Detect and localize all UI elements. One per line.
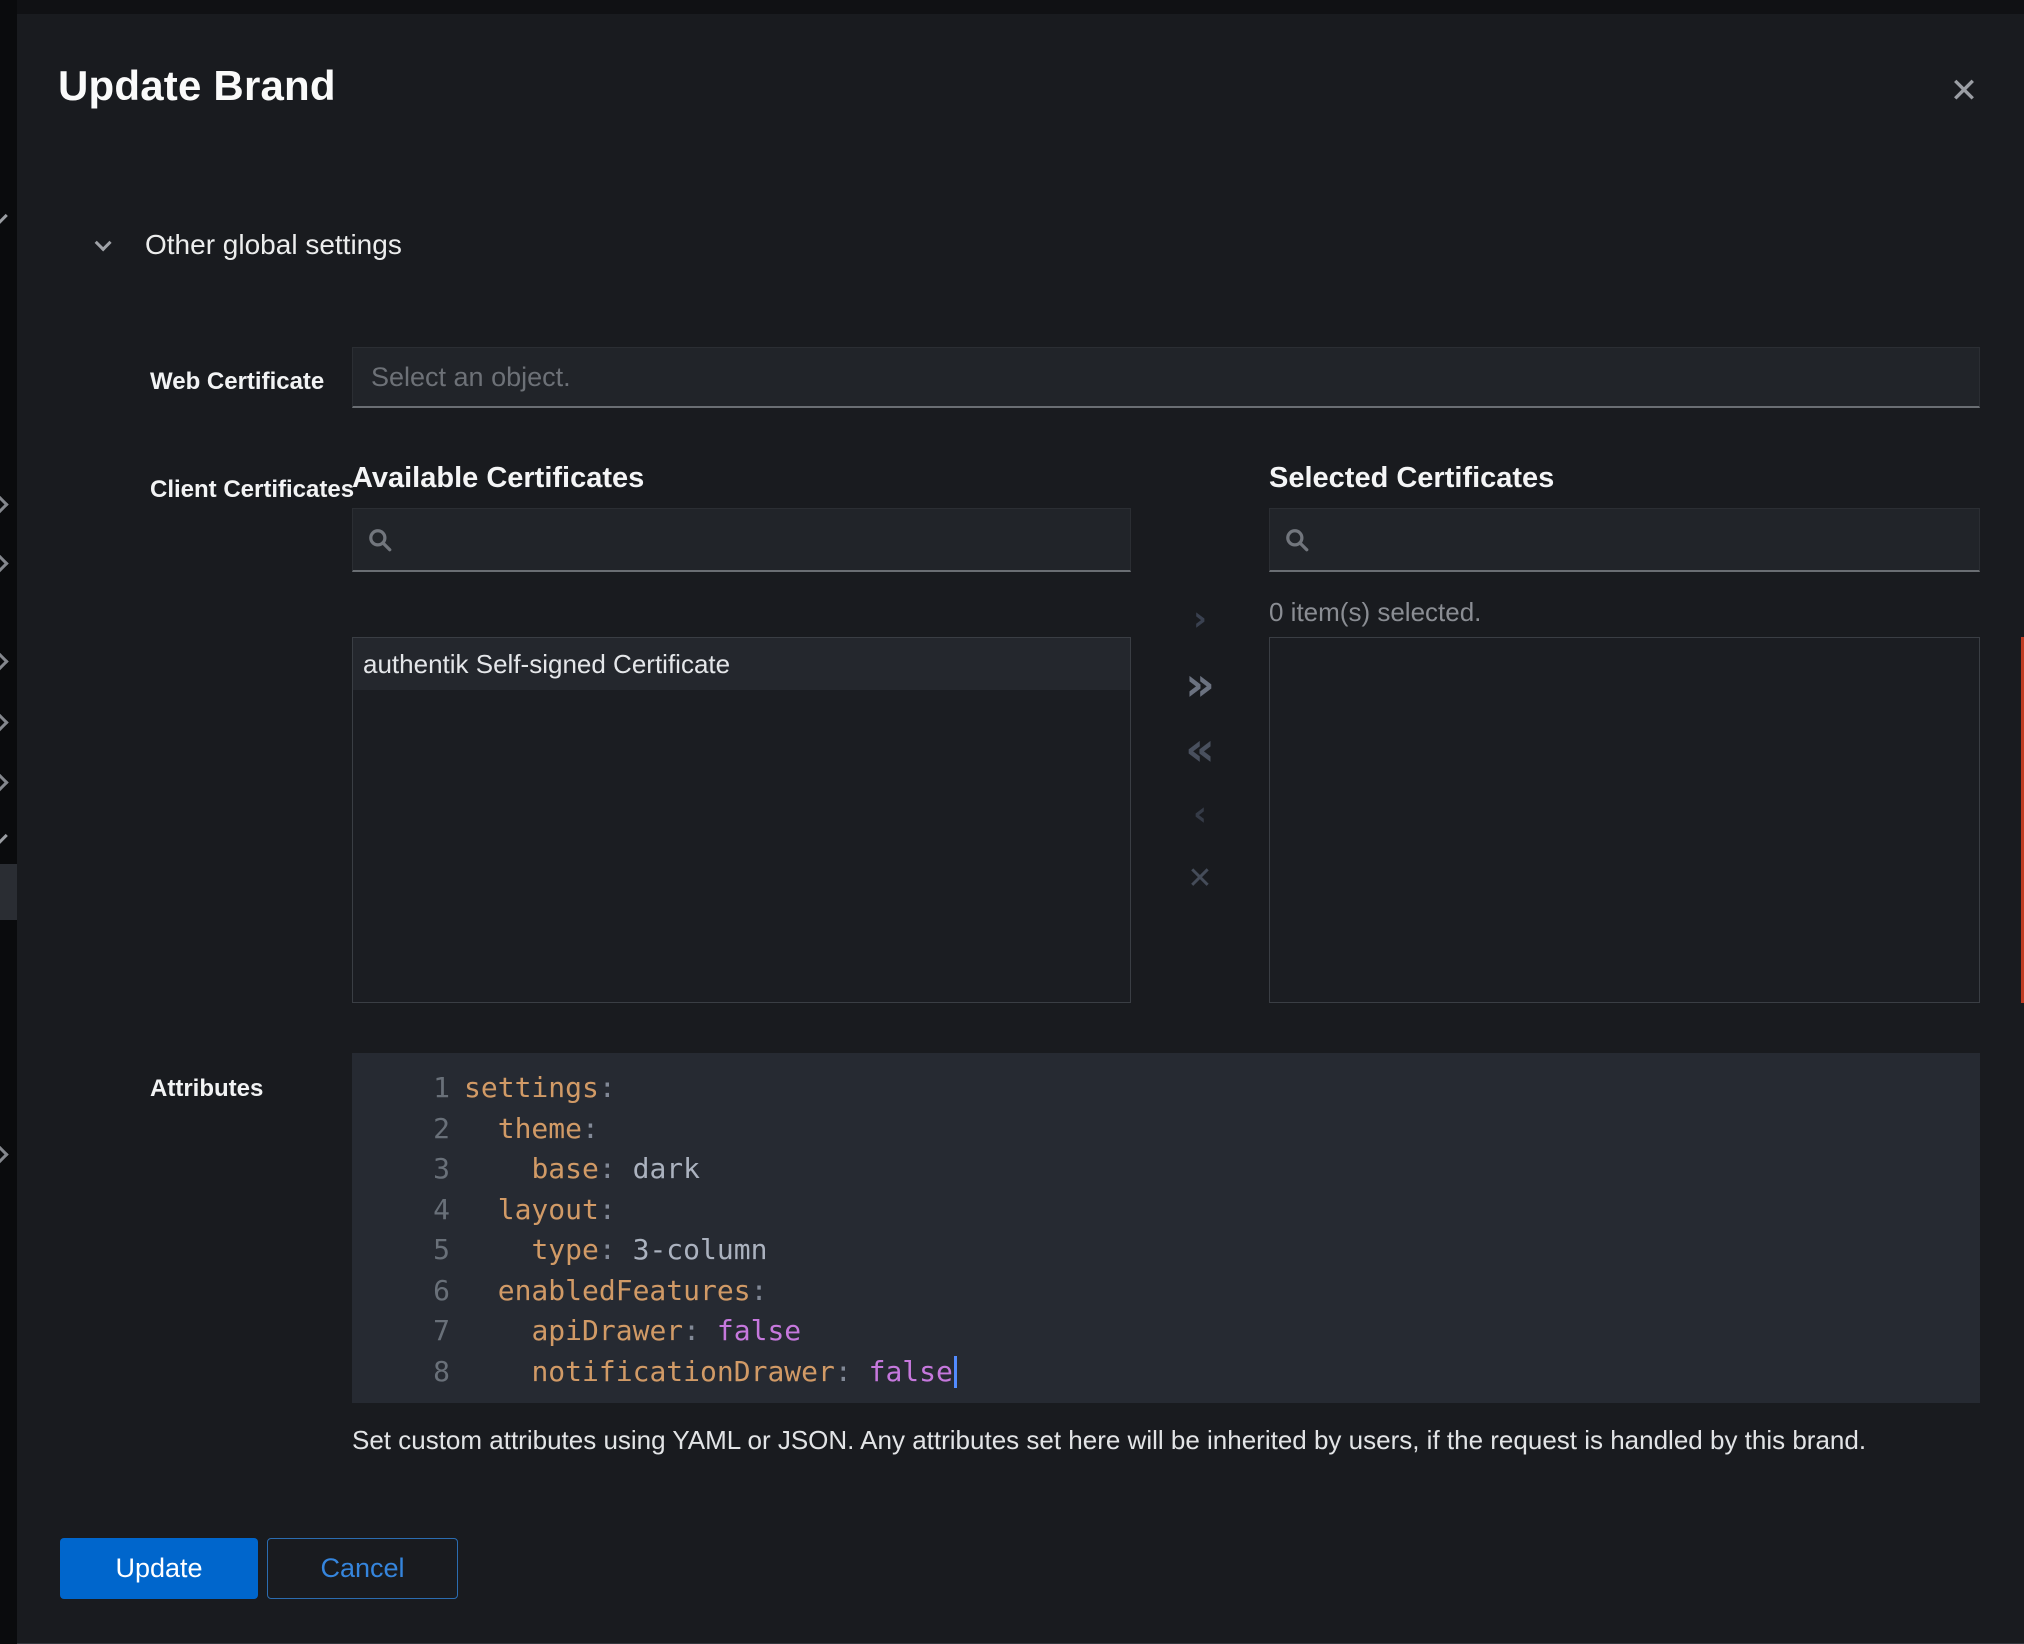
selected-search-box <box>1269 508 1980 572</box>
selected-certificates-list <box>1269 637 1980 1003</box>
section-toggle-label: Other global settings <box>145 229 402 261</box>
chevron-down-icon <box>95 234 112 251</box>
close-button[interactable]: ✕ <box>1934 61 1994 121</box>
selected-search-input[interactable] <box>1310 509 1979 570</box>
code-line: 8 notificationDrawer: false <box>352 1352 1980 1393</box>
line-number: 6 <box>352 1271 450 1312</box>
code-line: 1settings: <box>352 1068 1980 1109</box>
add-selected-button[interactable]: › <box>1182 586 1218 651</box>
update-brand-modal: Update Brand ✕ Other global settings Web… <box>17 14 2024 1644</box>
clipped-chevron-icon <box>0 713 9 731</box>
line-number: 3 <box>352 1149 450 1190</box>
selected-count-text: 0 item(s) selected. <box>1269 597 1481 628</box>
double-chevron-right-icon: » <box>1185 657 1215 711</box>
search-icon <box>1284 527 1310 553</box>
double-chevron-left-icon: « <box>1185 722 1215 776</box>
attributes-label: Attributes <box>150 1075 263 1103</box>
update-button[interactable]: Update <box>60 1538 258 1599</box>
clear-button[interactable]: ✕ <box>1182 846 1218 911</box>
text-cursor <box>954 1356 957 1388</box>
code-line: 5 type: 3-column <box>352 1230 1980 1271</box>
selected-certificates-heading: Selected Certificates <box>1269 462 1554 495</box>
page-title: Update Brand <box>58 62 336 110</box>
clipped-chevron-icon <box>0 1145 9 1163</box>
cancel-button[interactable]: Cancel <box>267 1538 458 1599</box>
chevron-left-icon: ‹ <box>1193 794 1207 834</box>
dual-list-transfer-controls: › » « ‹ ✕ <box>1182 586 1218 911</box>
clipped-active-nav-item <box>0 864 17 920</box>
available-search-box <box>352 508 1131 572</box>
code-line: 2 theme: <box>352 1109 1980 1150</box>
remove-all-button[interactable]: « <box>1182 716 1218 781</box>
clipped-chevron-icon <box>0 554 9 572</box>
add-all-button[interactable]: » <box>1182 651 1218 716</box>
attributes-help-text: Set custom attributes using YAML or JSON… <box>352 1425 1912 1456</box>
chevron-right-icon: › <box>1193 599 1207 639</box>
clipped-check-icon <box>0 210 8 228</box>
line-number: 7 <box>352 1311 450 1352</box>
client-certificates-label: Client Certificates <box>150 476 354 504</box>
line-number: 4 <box>352 1190 450 1231</box>
code-line: 4 layout: <box>352 1190 1980 1231</box>
web-certificate-label: Web Certificate <box>150 368 324 396</box>
line-number: 1 <box>352 1068 450 1109</box>
code-line: 3 base: dark <box>352 1149 1980 1190</box>
available-certificates-list: authentik Self-signed Certificate <box>352 637 1131 1003</box>
page-behind-sidebar-strip <box>0 0 17 1644</box>
available-search-input[interactable] <box>393 509 1130 570</box>
code-line: 7 apiDrawer: false <box>352 1311 1980 1352</box>
clipped-chevron-icon <box>0 773 9 791</box>
x-icon: ✕ <box>1187 861 1212 896</box>
line-number: 2 <box>352 1109 450 1150</box>
remove-selected-button[interactable]: ‹ <box>1182 781 1218 846</box>
close-icon: ✕ <box>1950 71 1979 111</box>
clipped-chevron-icon <box>0 495 9 513</box>
screen: Update Brand ✕ Other global settings Web… <box>0 0 2024 1644</box>
line-number: 8 <box>352 1352 450 1393</box>
page-behind-top-strip <box>0 0 2024 14</box>
line-number: 5 <box>352 1230 450 1271</box>
available-certificates-heading: Available Certificates <box>352 462 644 495</box>
attributes-code-editor[interactable]: 1settings:2 theme:3 base: dark4 layout:5… <box>352 1053 1980 1403</box>
web-certificate-input[interactable] <box>352 347 1980 408</box>
other-global-settings-toggle[interactable]: Other global settings <box>95 229 402 261</box>
list-item[interactable]: authentik Self-signed Certificate <box>353 638 1130 690</box>
clipped-chevron-icon <box>0 652 9 670</box>
search-icon <box>367 527 393 553</box>
clipped-check-icon <box>0 830 8 848</box>
code-line: 6 enabledFeatures: <box>352 1271 1980 1312</box>
